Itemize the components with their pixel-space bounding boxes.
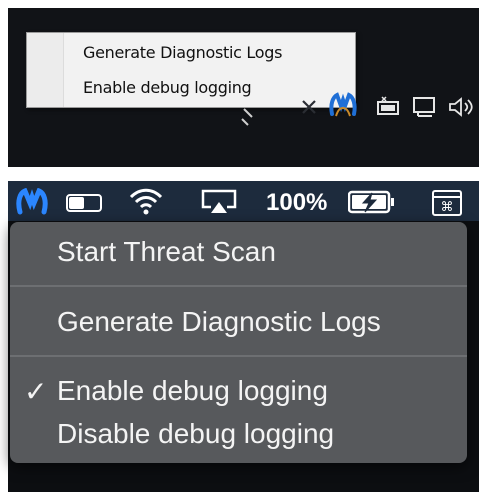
mac-menubar: 100% ⌘: [8, 181, 479, 221]
malwarebytes-icon[interactable]: [328, 92, 358, 118]
battery-icon[interactable]: [376, 96, 402, 122]
svg-text:⌘: ⌘: [441, 200, 454, 215]
windows-taskbar-panel: Generate Diagnostic Logs Enable debug lo…: [8, 8, 479, 167]
toggle-icon[interactable]: [66, 194, 102, 212]
menu-item-generate-diagnostic-logs[interactable]: Generate Diagnostic Logs: [83, 43, 282, 62]
x-icon[interactable]: [300, 98, 318, 124]
battery-charging-icon[interactable]: [348, 190, 396, 214]
volume-icon[interactable]: [448, 96, 474, 122]
menu-item-disable-debug-logging[interactable]: Disable debug logging: [57, 418, 334, 450]
malwarebytes-icon[interactable]: [14, 188, 50, 216]
pen-icon[interactable]: [241, 108, 255, 134]
mac-panel: 100% ⌘ Start Threat Scan Generate Diagno…: [8, 181, 479, 492]
battery-percentage[interactable]: 100%: [266, 189, 327, 217]
menu-item-enable-debug-logging[interactable]: Enable debug logging: [83, 78, 252, 97]
menu-separator: [10, 285, 467, 287]
menu-item-enable-debug-logging[interactable]: Enable debug logging: [57, 375, 328, 407]
checkmark-icon: ✓: [24, 376, 48, 407]
windows-context-menu: Generate Diagnostic Logs Enable debug lo…: [26, 32, 356, 108]
wifi-icon[interactable]: [128, 187, 164, 215]
menu-separator: [10, 355, 467, 357]
menu-item-generate-diagnostic-logs[interactable]: Generate Diagnostic Logs: [57, 306, 381, 338]
network-icon[interactable]: [412, 96, 438, 122]
menu-gutter: [27, 33, 64, 107]
menu-item-start-threat-scan[interactable]: Start Threat Scan: [57, 236, 276, 268]
command-icon[interactable]: ⌘: [432, 190, 462, 216]
malwarebytes-dropdown-menu: Start Threat Scan Generate Diagnostic Lo…: [10, 222, 467, 463]
airplay-icon[interactable]: [200, 189, 238, 215]
